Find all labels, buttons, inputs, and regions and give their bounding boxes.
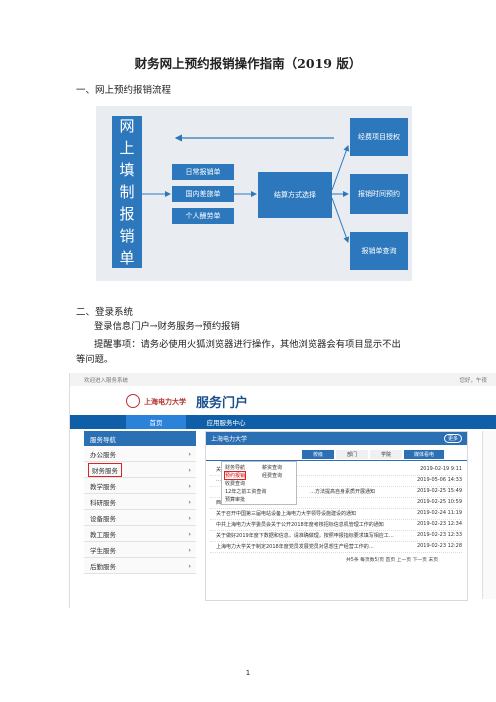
flow-chart: 网 上 填 制 报 销 单 日常报销单 国内差旅单 个人酬劳单 结算方式选择 经… [96,106,412,281]
more-link[interactable]: 更多 [443,434,462,443]
school-logo-icon [126,394,140,408]
school-name: 上海电力大学 [144,397,186,406]
portal-nav: 首页 应用服务中心 [70,415,496,429]
submenu-old-salary-query[interactable]: 12年之前工资查询 [225,488,266,495]
chevron-right-icon: › [188,545,191,554]
nav-app-center[interactable]: 应用服务中心 [188,415,264,429]
portal-topbar: 欢迎进入服务系统 您好，午夜 [70,373,496,386]
side-item-student[interactable]: 学生服务 › [84,542,196,558]
right-side-panel [482,431,496,599]
news-title[interactable]: 中共上海电力大学委员会关于公开2018年度考核招标信息机管理工作的通知 [216,521,411,528]
daily-expense-box: 日常报销单 [172,164,234,180]
side-item-label: 财务服务 [88,462,122,477]
portal-screenshot: 欢迎进入服务系统 您好，午夜 上海电力大学 服务门户 首页 应用服务中心 服务导… [69,373,496,608]
news-date: 2019-02-19 9:11 [420,466,462,472]
news-title[interactable]: …方法提高自身素质开展通知 [310,488,410,495]
service-nav-header: 服务导航 [84,431,196,446]
side-item-label: 学生服务 [90,546,116,555]
news-title[interactable]: 关于做好2019年度下数据和信息，请准确做理，按照申报指标要求填写相应工… [216,532,411,539]
submenu-finance-nav[interactable]: 财务导航 [225,464,245,471]
page-number: 1 [245,669,251,677]
document-title: 财务网上预约报销操作指南（2019 版） [134,56,362,71]
fill-form-char: 制 [119,183,135,201]
service-nav: 服务导航 办公服务 › 财务服务 › 教学服务 › 科研服务 › 设备服务 › 教工服务 ›… [84,431,196,574]
section-heading-1: 一、网上预约报销流程 [76,85,172,96]
login-path: 登录信息门户→财务服务→预约报销 [94,321,240,332]
section-heading-2: 二、登录系统 [76,307,134,318]
chevron-right-icon: › [188,529,191,538]
pagination[interactable]: 共5条 每页数5/页 首页 上一页 下一页 末页 [346,556,438,563]
chevron-right-icon: › [188,465,191,474]
chevron-right-icon: › [188,449,191,458]
fill-form-char: 销 [119,227,135,245]
time-booking-box: 报销时间预约 [350,174,408,214]
arrow-4 [331,145,350,191]
news-date: 2019-02-25 10:59 [416,499,462,505]
news-row[interactable]: 上海电力大学关于制定2018年度党员发展党员对思想生产经营工作的… 2019-02… [210,541,462,553]
submenu-fund-query[interactable]: 经费查询 [262,472,282,479]
chevron-right-icon: › [188,497,191,506]
chevron-right-icon: › [188,481,191,490]
side-item-finance[interactable]: 财务服务 › [84,462,196,478]
news-panel-title: 上海电力大学 [211,436,248,443]
news-panel: 上海电力大学 更多 校级 部门 学院 媒体看电 关于…通知2019-02-19 … [205,431,468,601]
side-item-equipment[interactable]: 设备服务 › [84,510,196,526]
nav-home[interactable]: 首页 [126,415,186,429]
fill-form-char: 报 [119,205,135,223]
side-item-label: 办公服务 [90,450,116,459]
tab-media[interactable]: 媒体看电 [404,450,444,459]
tab-department[interactable]: 部门 [336,450,368,459]
fill-form-char: 单 [119,249,135,267]
side-item-label: 设备服务 [90,514,116,523]
submenu-budget-approval[interactable]: 预算审批 [225,496,245,503]
personal-pay-box: 个人酬劳单 [172,208,234,224]
news-date: 2019-02-23 12:33 [416,532,462,538]
news-date: 2019-02-24 11:19 [416,510,462,516]
travel-expense-box: 国内差旅单 [172,186,234,202]
side-item-label: 教学服务 [90,482,116,491]
tab-college[interactable]: 学院 [370,450,402,459]
note-line-1: 提醒事项：请务必使用火狐浏览器进行操作，其他浏览器会有项目显示不出 [94,339,401,350]
submenu-fee-query[interactable]: 收费查询 [225,480,245,487]
side-item-teaching[interactable]: 教学服务 › [84,478,196,494]
news-date: 2019-02-23 12:28 [416,543,462,549]
news-date: 2019-05-06 14:33 [416,477,462,483]
news-date: 2019-02-25 15:49 [416,488,462,494]
side-item-label: 教工服务 [90,530,116,539]
chevron-right-icon: › [188,513,191,522]
side-item-research[interactable]: 科研服务 › [84,494,196,510]
tab-school[interactable]: 校级 [302,450,334,459]
side-item-label: 科研服务 [90,498,116,507]
finance-submenu: 财务导航 预约报销 收费查询 12年之前工资查询 预算审批 薪资查询 经费查询 [221,461,297,505]
submenu-salary-query[interactable]: 薪资查询 [262,464,282,471]
news-title[interactable]: 上海电力大学关于制定2018年度党员发展党员对思想生产经营工作的… [216,543,411,550]
note-line-2: 等问题。 [76,354,114,365]
news-panel-header: 上海电力大学 更多 [206,432,467,445]
chevron-right-icon: › [188,561,191,570]
settlement-box: 结算方式选择 [258,172,332,218]
form-query-box: 报销单查询 [350,232,408,270]
portal-title: 服务门户 [196,396,249,411]
submenu-book-reimbursement[interactable]: 预约报销 [223,471,247,480]
side-item-staff[interactable]: 教工服务 › [84,526,196,542]
news-date: 2019-02-23 12:34 [416,521,462,527]
side-item-logistics[interactable]: 后勤服务 › [84,558,196,574]
arrow-5 [331,197,350,243]
portal-header: 上海电力大学 服务门户 [70,386,496,415]
news-title[interactable]: 关于召开中国第三届电站设备上海电力大学领导设施建设的通知 [216,510,411,517]
topbar-welcome: 欢迎进入服务系统 [84,378,129,384]
fill-form-char: 上 [119,139,135,157]
fund-auth-box: 经费项目授权 [350,118,408,156]
news-tabs: 校级 部门 学院 媒体看电 [206,448,467,461]
fill-form-char: 填 [119,161,135,179]
side-item-label: 后勤服务 [90,562,116,571]
side-item-office[interactable]: 办公服务 › [84,446,196,462]
topbar-user[interactable]: 您好，午夜 [459,376,487,384]
fill-form-block: 网 上 填 制 报 销 单 [112,116,142,268]
fill-form-char: 网 [119,117,135,135]
